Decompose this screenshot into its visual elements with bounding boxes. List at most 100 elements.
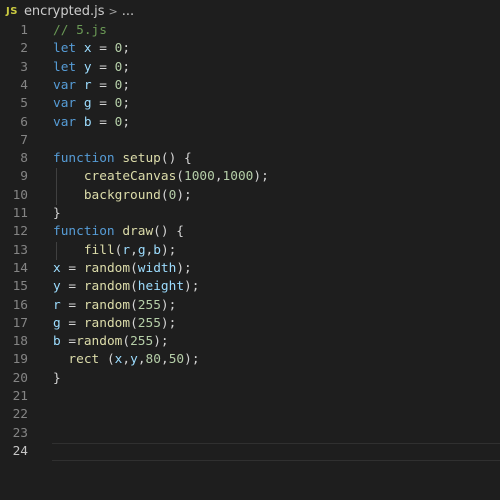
code-line[interactable]: 7 [0,132,500,150]
code-text: // 5.js [53,22,107,40]
code-line[interactable]: 11} [0,205,500,223]
code-text: let y = 0; [53,59,130,77]
code-line[interactable]: 2 let x = 0; [0,40,500,58]
line-number: 12 [12,224,28,240]
code-token: = [91,114,115,130]
code-token: fill [83,242,115,258]
code-line[interactable]: 16 r = random(255); [0,297,500,315]
code-token: } [53,206,61,221]
line-number: 19 [12,352,28,368]
code-token: var [53,96,84,112]
code-line[interactable]: 13 fill(r,g,b); [0,241,500,260]
code-token: ; [122,96,131,112]
breadcrumb-more[interactable]: ... [122,4,134,19]
code-token: height [137,279,185,295]
code-token: = [60,334,77,350]
code-line[interactable]: 14 x = random(width); [0,260,500,278]
code-token: 1000 [184,169,215,185]
code-token: b [153,242,161,258]
line-number: 4 [20,77,28,93]
code-text: b =random(255); [53,333,169,351]
code-text: rect (x,y,80,50); [53,351,199,369]
code-token: var [53,77,84,93]
code-token: x [53,260,61,276]
code-token: g [137,242,146,258]
code-token: = [91,96,115,112]
code-token: , [214,169,223,185]
code-token: random [83,315,131,331]
code-token: width [137,260,177,276]
line-number: 24 [12,443,28,459]
line-number: 16 [12,297,28,313]
code-text: g = random(255); [53,315,176,333]
code-token: ; [122,77,131,93]
code-token: y [83,59,92,75]
code-token: createCanvas [83,169,177,185]
code-token: let [53,59,84,75]
code-text: } [53,205,61,223]
code-token: 50 [168,352,185,368]
code-token: = [60,315,84,331]
code-line[interactable]: 1 // 5.js [0,22,500,40]
code-line[interactable]: 3 let y = 0; [0,59,500,77]
code-token: r [83,77,92,93]
code-token: } [53,370,61,386]
code-token: , [130,242,138,258]
code-text: r = random(255); [53,297,176,315]
code-token: = [91,77,115,93]
breadcrumb-filename[interactable]: encrypted.js [24,4,105,19]
code-token: b [53,334,61,350]
code-token: draw [122,224,154,240]
line-number: 22 [12,407,28,423]
code-line[interactable]: 17 g = random(255); [0,315,500,333]
code-token: y [130,352,138,368]
code-token: 255 [137,315,161,331]
line-number: 1 [20,23,28,38]
code-token: r [122,242,131,258]
code-line[interactable]: 19 rect (x,y,80,50); [0,351,500,369]
code-token: function [53,151,123,167]
code-line[interactable]: 8 function setup() { [0,150,500,168]
code-token: ); [176,260,192,276]
code-line[interactable]: 10 background(0); [0,186,500,205]
code-text: let x = 0; [53,40,130,58]
code-token: ( [130,260,138,276]
code-line[interactable]: 6 var b = 0; [0,114,500,132]
code-line[interactable]: 15 y = random(height); [0,278,500,296]
code-token: ( [176,169,184,185]
code-token: ); [160,315,177,331]
code-token: x [83,41,92,57]
code-line[interactable]: 22 [0,406,500,424]
code-token: () { [153,224,184,240]
code-line[interactable]: 21 [0,388,500,406]
code-text: var r = 0; [53,77,130,95]
code-line[interactable]: 9 createCanvas(1000,1000); [0,168,500,187]
line-number: 3 [20,59,28,75]
code-line[interactable]: 4 var r = 0; [0,77,500,95]
code-line[interactable]: 5 var g = 0; [0,95,500,113]
code-line[interactable]: 18 b =random(255); [0,333,500,351]
code-token: b [83,114,92,130]
code-line[interactable]: 20} [0,370,500,388]
line-number: 5 [20,96,28,112]
code-token: = [60,297,84,313]
code-token: ); [160,297,177,313]
code-token: ); [176,187,192,203]
code-token: = [91,41,115,57]
code-text: } [53,370,61,388]
code-token: ( [122,334,131,350]
code-line[interactable]: 24 [0,443,500,461]
line-number: 10 [12,187,28,203]
code-token: ( [130,315,138,331]
code-token: y [53,279,61,295]
code-token: ( [130,279,138,295]
code-token: let [53,41,84,57]
code-token: ( [130,297,138,313]
code-line[interactable]: 23 [0,425,500,443]
javascript-file-icon: JS [6,5,18,17]
code-editor[interactable]: 1 // 5.js 2 let x = 0; 3 let y = 0; 4 var r = 0… [0,21,500,500]
code-line[interactable]: 12 function draw() { [0,223,500,241]
code-token: ); [253,169,269,185]
